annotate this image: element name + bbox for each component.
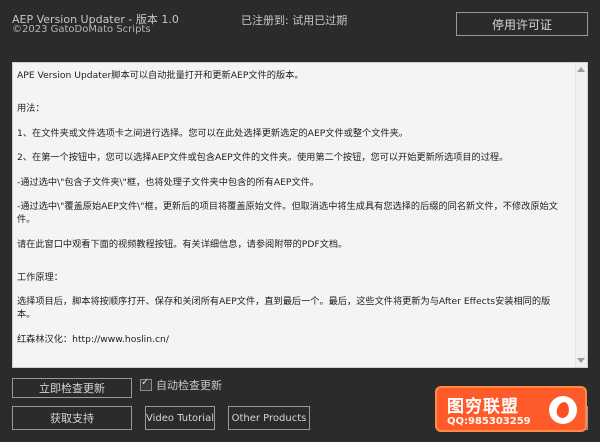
paragraph-credit: 红森林汉化：http://www.hoslin.cn/ xyxy=(17,333,169,345)
paragraph-how: 选择项目后，脚本将按顺序打开、保存和关闭所有AEP文件，直到最后一个。最后，这些… xyxy=(17,296,551,320)
disable-license-button[interactable]: 停用许可证 xyxy=(456,12,588,36)
paragraph-intro: APE Version Updater脚本可以自动批量打开和更新AEP文件的版本… xyxy=(17,70,304,81)
paragraph-how-heading: 工作原理： xyxy=(17,271,63,283)
watermark-badge: 图穷联盟 QQ:985303259 xyxy=(435,386,587,432)
paragraph-step-1: 1、在文件夹或文件选项卡之间进行选择。您可以在此处选择更新选定的AEP文件或整个… xyxy=(17,127,408,139)
auto-check-option[interactable]: 自动检查更新 xyxy=(140,377,222,393)
check-update-button[interactable]: 立即检查更新 xyxy=(12,378,132,398)
paragraph-video: 请在此窗口中观看下面的视频教程按钮。有关详细信息，请参阅附带的PDF文档。 xyxy=(17,238,348,250)
scroll-up-icon[interactable] xyxy=(577,67,585,72)
flame-icon xyxy=(549,396,577,424)
auto-check-checkbox[interactable] xyxy=(140,377,152,391)
paragraph-subfolders: -通过选中\"包含子文件夹\"框，也将处理子文件夹中包含的所有AEP文件。 xyxy=(17,176,320,188)
watermark-qq: QQ:985303259 xyxy=(447,416,531,427)
other-products-button[interactable]: Other Products xyxy=(228,406,310,430)
auto-check-label: 自动检查更新 xyxy=(156,379,222,392)
license-status: 已注册到: 试用已过期 xyxy=(241,14,348,27)
flame-shape-icon xyxy=(555,400,571,420)
scroll-down-icon[interactable] xyxy=(577,358,585,363)
description-text: APE Version Updater脚本可以自动批量打开和更新AEP文件的版本… xyxy=(17,69,567,357)
paragraph-usage-heading: 用法： xyxy=(17,103,45,114)
video-tutorial-button[interactable]: Video Tutorial xyxy=(145,406,215,430)
get-support-button[interactable]: 获取支持 xyxy=(12,406,132,430)
watermark-text: 图穷联盟 xyxy=(447,397,519,417)
paragraph-step-2: 2、在第一个按钮中，您可以选择AEP文件或包含AEP文件的文件夹。使用第二个按钮… xyxy=(17,152,509,163)
copyright-text: ©2023 GatoDoMato Scripts xyxy=(12,24,151,35)
vertical-scrollbar[interactable] xyxy=(575,63,587,367)
description-panel[interactable]: APE Version Updater脚本可以自动批量打开和更新AEP文件的版本… xyxy=(12,62,588,368)
paragraph-overwrite: -通过选中\"覆盖原始AEP文件\"框，更新后的项目将覆盖原始文件。但取消选中将… xyxy=(17,201,558,225)
